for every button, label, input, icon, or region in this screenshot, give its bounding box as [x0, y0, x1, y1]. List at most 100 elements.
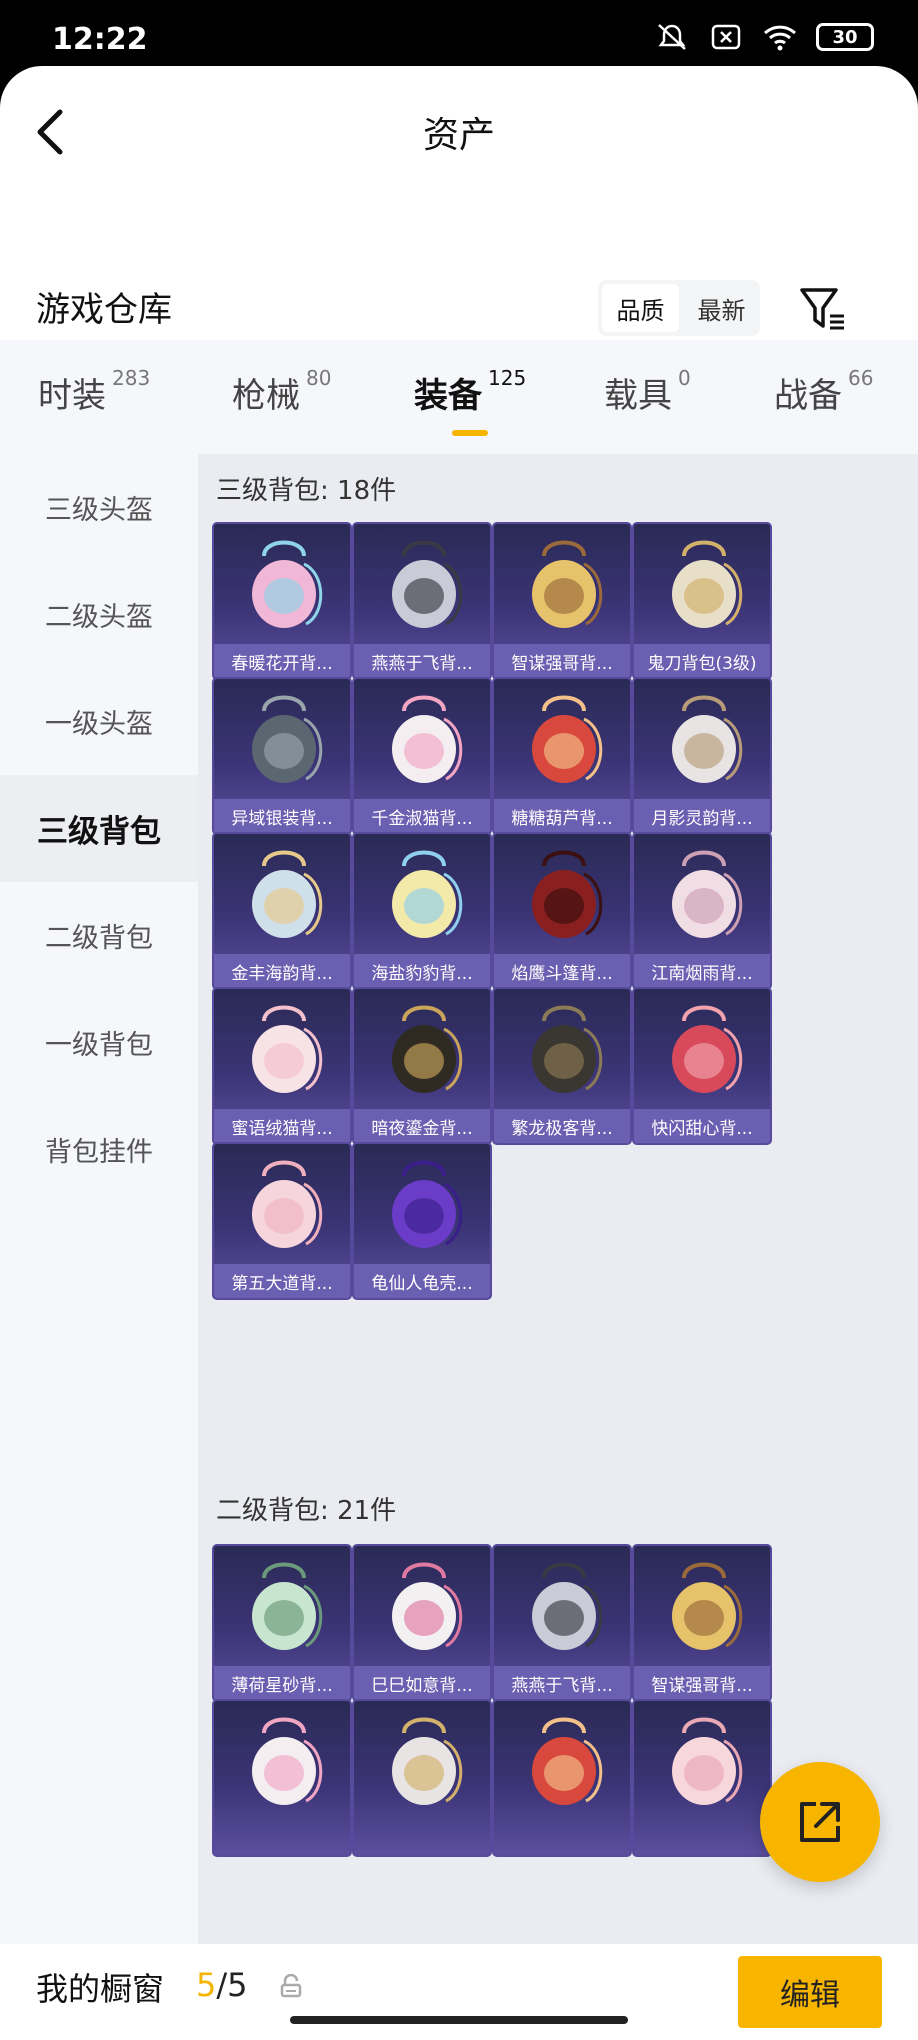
- item-card[interactable]: [632, 1699, 772, 1857]
- tab-equipment[interactable]: 装备 125: [414, 366, 526, 417]
- filter-button[interactable]: [796, 284, 852, 334]
- item-card[interactable]: 异域银装背...: [212, 677, 352, 835]
- tab-vehicles[interactable]: 载具 0: [604, 366, 691, 417]
- status-time: 12:22: [52, 22, 148, 57]
- item-name: 海盐豹豹背...: [354, 954, 490, 988]
- backpack-icon: [672, 850, 743, 938]
- item-card[interactable]: 繁龙极客背...: [492, 987, 632, 1145]
- sidebar-item-helmet-2[interactable]: 二级头盔: [0, 561, 198, 668]
- item-card[interactable]: 蜜语绒猫背...: [212, 987, 352, 1145]
- external-link-icon: [800, 1802, 840, 1842]
- item-card[interactable]: 鬼刀背包(3级): [632, 522, 772, 680]
- backpack-icon: [392, 695, 463, 783]
- item-name: 快闪甜心背...: [634, 1109, 770, 1143]
- tab-fashion[interactable]: 时装 283: [38, 366, 151, 417]
- item-card[interactable]: 海盐豹豹背...: [352, 832, 492, 990]
- item-card[interactable]: 暗夜鎏金背...: [352, 987, 492, 1145]
- item-name: 糖糖葫芦背...: [494, 799, 630, 833]
- item-name: 燕燕于飞背...: [494, 1666, 630, 1700]
- page-title: 资产: [422, 115, 495, 156]
- category-tabs: 时装 283 枪械 80 装备 125 载具 0 战备 66: [0, 340, 918, 454]
- sort-quality[interactable]: 品质: [602, 284, 679, 332]
- sort-newest[interactable]: 最新: [683, 280, 760, 336]
- active-tab-indicator: [452, 430, 488, 436]
- sidebar-item-helmet-3[interactable]: 三级头盔: [0, 454, 198, 561]
- item-card[interactable]: 月影灵韵背...: [632, 677, 772, 835]
- item-card[interactable]: [212, 1699, 352, 1857]
- backpack-icon: [532, 1562, 603, 1650]
- tab-count: 80: [306, 366, 332, 390]
- item-name: 第五大道背...: [214, 1264, 350, 1298]
- item-name: 金丰海韵背...: [214, 954, 350, 988]
- status-icons: 30: [654, 22, 874, 52]
- tab-label: 装备: [414, 376, 482, 416]
- backpack-icon: [392, 540, 463, 628]
- lock-icon: [280, 1974, 302, 1998]
- sidebar: 三级头盔 二级头盔 一级头盔 三级背包 二级背包 一级背包 背包挂件: [0, 454, 198, 1944]
- sidebar-item-backpack-3[interactable]: 三级背包: [0, 775, 198, 882]
- item-card[interactable]: 糖糖葫芦背...: [492, 677, 632, 835]
- battery-indicator: 30: [816, 23, 874, 51]
- tab-label: 枪械: [232, 376, 300, 416]
- item-card[interactable]: 千金淑猫背...: [352, 677, 492, 835]
- backpack-icon: [532, 1717, 603, 1805]
- tab-label: 战备: [774, 376, 842, 416]
- item-card[interactable]: 焰鹰斗篷背...: [492, 832, 632, 990]
- item-name: 龟仙人龟壳...: [354, 1264, 490, 1298]
- item-card[interactable]: 燕燕于飞背...: [492, 1544, 632, 1702]
- item-name: 月影灵韵背...: [634, 799, 770, 833]
- sim-x-icon: [708, 22, 744, 52]
- item-card[interactable]: 金丰海韵背...: [212, 832, 352, 990]
- backpack-icon: [392, 850, 463, 938]
- sort-toggle: 品质 最新: [598, 280, 760, 336]
- wifi-icon: [762, 22, 798, 52]
- item-name: 智谋强哥背...: [634, 1666, 770, 1700]
- item-card[interactable]: [352, 1699, 492, 1857]
- share-button[interactable]: [760, 1762, 880, 1882]
- backpack-icon: [672, 1005, 743, 1093]
- tab-readiness[interactable]: 战备 66: [774, 366, 873, 417]
- item-name: 燕燕于飞背...: [354, 644, 490, 678]
- backpack-icon: [392, 1717, 463, 1805]
- sidebar-item-backpack-2[interactable]: 二级背包: [0, 882, 198, 989]
- edit-button[interactable]: 编辑: [738, 1956, 882, 2028]
- item-card[interactable]: 燕燕于飞背...: [352, 522, 492, 680]
- mute-icon: [654, 22, 690, 52]
- item-card[interactable]: 巳巳如意背...: [352, 1544, 492, 1702]
- backpack-icon: [392, 1160, 463, 1248]
- backpack-icon: [252, 1005, 323, 1093]
- item-card[interactable]: 智谋强哥背...: [492, 522, 632, 680]
- backpack-icon: [252, 695, 323, 783]
- backpack-icon: [532, 695, 603, 783]
- item-name: 异域银装背...: [214, 799, 350, 833]
- backpack-icon: [672, 1562, 743, 1650]
- item-name: 焰鹰斗篷背...: [494, 954, 630, 988]
- item-card[interactable]: 薄荷星砂背...: [212, 1544, 352, 1702]
- backpack-icon: [672, 1717, 743, 1805]
- sidebar-item-backpack-1[interactable]: 一级背包: [0, 989, 198, 1096]
- tab-guns[interactable]: 枪械 80: [232, 366, 332, 417]
- item-name: 春暖花开背...: [214, 644, 350, 678]
- tab-count: 283: [112, 366, 151, 390]
- item-name: 江南烟雨背...: [634, 954, 770, 988]
- item-card[interactable]: 智谋强哥背...: [632, 1544, 772, 1702]
- screen: 资产 游戏仓库 品质 最新 时装 283 枪械 80 装备 125 载具 0 战备 66 …: [0, 66, 918, 2040]
- backpack-icon: [392, 1005, 463, 1093]
- item-name: 蜜语绒猫背...: [214, 1109, 350, 1143]
- item-card[interactable]: 快闪甜心背...: [632, 987, 772, 1145]
- item-card[interactable]: 春暖花开背...: [212, 522, 352, 680]
- item-card[interactable]: 江南烟雨背...: [632, 832, 772, 990]
- sidebar-item-helmet-1[interactable]: 一级头盔: [0, 668, 198, 775]
- showcase-count: 5/5: [196, 1966, 248, 2004]
- filter-icon: [800, 288, 844, 330]
- item-card[interactable]: 龟仙人龟壳...: [352, 1142, 492, 1300]
- backpack-icon: [252, 1160, 323, 1248]
- home-indicator: [290, 2016, 628, 2024]
- sidebar-item-backpack-charm[interactable]: 背包挂件: [0, 1096, 198, 1203]
- item-card[interactable]: 第五大道背...: [212, 1142, 352, 1300]
- backpack-icon: [392, 1562, 463, 1650]
- nav-bar: 资产: [0, 66, 918, 196]
- warehouse-title: 游戏仓库: [36, 290, 172, 330]
- item-name: 暗夜鎏金背...: [354, 1109, 490, 1143]
- item-card[interactable]: [492, 1699, 632, 1857]
